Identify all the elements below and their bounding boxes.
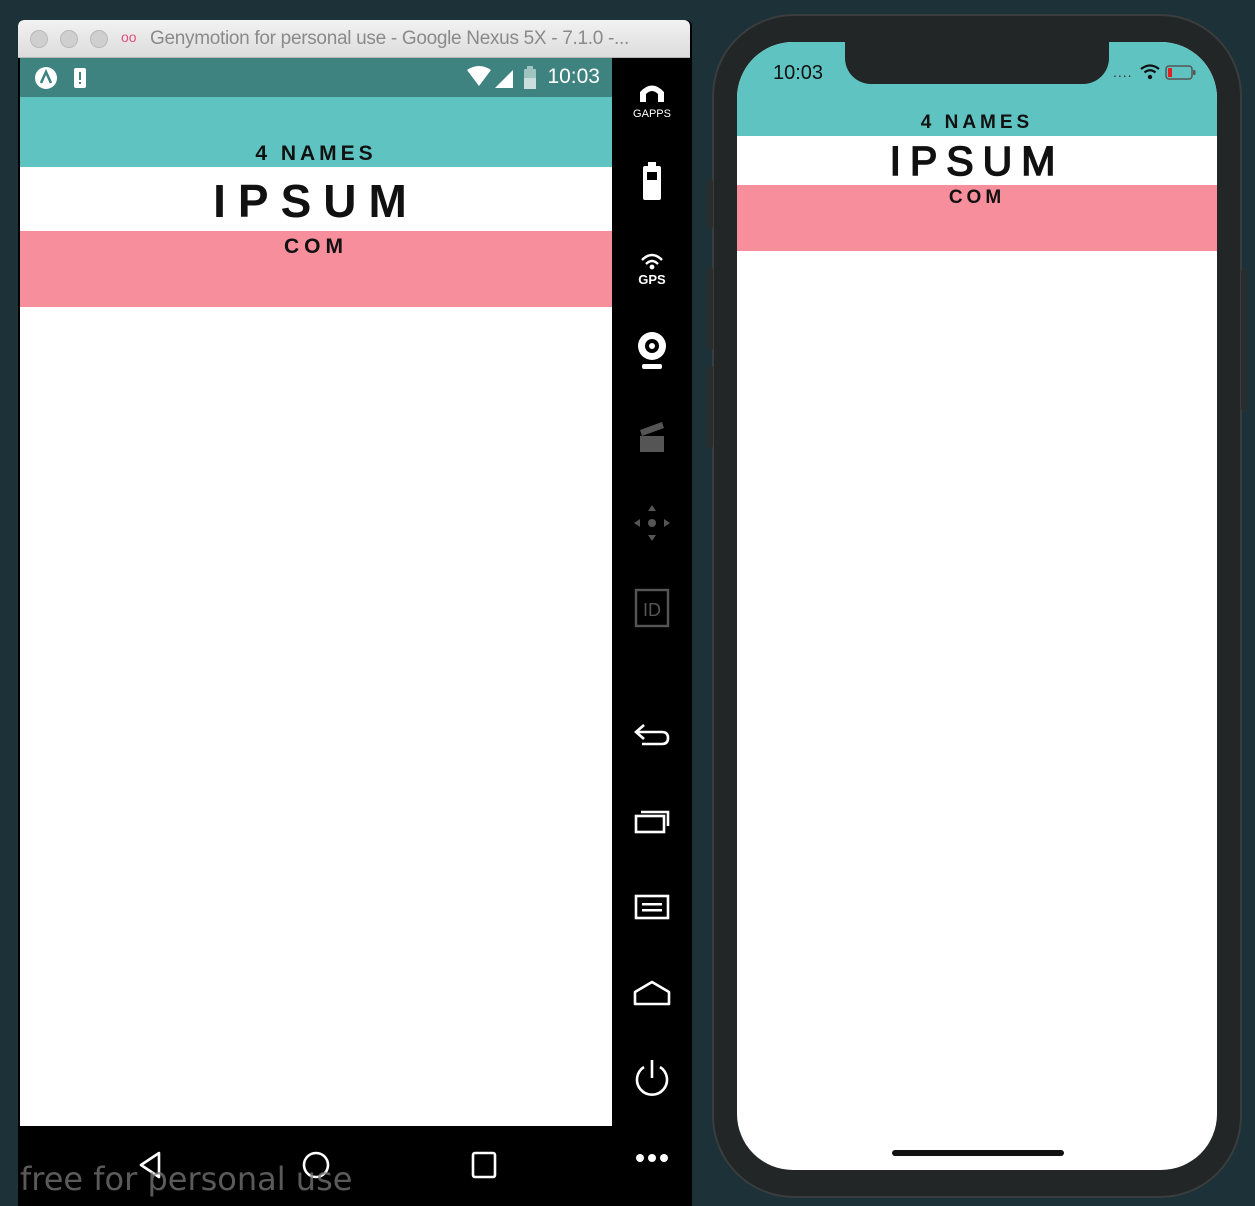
- home-tool[interactable]: [612, 978, 692, 1008]
- power-icon: [635, 1060, 669, 1096]
- webcam-icon: [638, 332, 666, 369]
- app-notification-icon: [35, 67, 57, 89]
- signal-dots: ....: [1113, 64, 1133, 80]
- cell-signal-icon: [495, 70, 513, 88]
- menu-tool[interactable]: [612, 892, 692, 922]
- personal-use-watermark: free for personal use: [20, 1160, 353, 1198]
- genymotion-window: oo Genymotion for personal use - Google …: [18, 20, 692, 1206]
- iphone-status-time: 10:03: [773, 62, 824, 84]
- clapperboard-icon: [640, 422, 664, 452]
- close-window-button[interactable]: [30, 30, 48, 48]
- iphone-title-line1: 4 NAMES: [920, 112, 1034, 133]
- navigation-tool[interactable]: [612, 503, 692, 543]
- zoom-window-button[interactable]: [90, 30, 108, 48]
- recent-apps-icon: [634, 810, 670, 834]
- battery-tool-icon: [643, 162, 661, 200]
- iphone-battery-icon: [1165, 65, 1196, 80]
- window-title: Genymotion for personal use - Google Nex…: [150, 28, 629, 49]
- side-power-button[interactable]: [1241, 270, 1247, 410]
- device-id-tool[interactable]: ID: [612, 588, 692, 628]
- iphone-title-line3: COM: [948, 187, 1006, 208]
- gapps-tool[interactable]: GAPPS: [612, 78, 692, 120]
- minimize-window-button[interactable]: [60, 30, 78, 48]
- iphone-wifi-icon: [1140, 64, 1160, 80]
- screencast-tool[interactable]: [612, 418, 692, 454]
- gapps-icon: GAPPS: [633, 85, 671, 120]
- more-tool[interactable]: [612, 1150, 692, 1166]
- svg-text:ID: ID: [643, 600, 661, 620]
- recents-nav-icon[interactable]: [470, 1150, 498, 1180]
- volume-up-button[interactable]: [707, 268, 713, 350]
- home-indicator[interactable]: [892, 1150, 1064, 1156]
- webcam-tool[interactable]: [612, 330, 692, 372]
- window-titlebar: oo Genymotion for personal use - Google …: [18, 20, 690, 58]
- warning-notification-icon: [74, 68, 86, 88]
- app-title-line2: IPSUM: [213, 175, 419, 227]
- gps-icon: GPS: [638, 253, 666, 287]
- more-options-icon: [636, 1154, 668, 1162]
- home-icon: [633, 980, 671, 1006]
- mute-switch[interactable]: [707, 180, 713, 228]
- recent-apps-tool[interactable]: [612, 806, 692, 838]
- android-app-screen: 4 NAMES IPSUM COM: [20, 97, 612, 1126]
- power-tool[interactable]: [612, 1058, 692, 1100]
- menu-icon: [634, 894, 670, 920]
- svg-text:GPS: GPS: [638, 272, 666, 287]
- genymotion-logo-icon: oo: [121, 29, 137, 45]
- iphone-title-line2: IPSUM: [889, 137, 1065, 185]
- gps-tool[interactable]: GPS: [612, 248, 692, 288]
- wifi-icon: [467, 66, 491, 86]
- app-title-line1: 4 NAMES: [255, 142, 377, 165]
- volume-down-button[interactable]: [707, 366, 713, 448]
- dpad-icon: [634, 505, 670, 541]
- app-title-line3: COM: [284, 235, 348, 258]
- svg-text:GAPPS: GAPPS: [633, 108, 671, 120]
- back-arrow-icon: [634, 724, 670, 746]
- iphone-app-screen: 10:03 .... 4 NAMES IPSUM COM: [737, 42, 1217, 1170]
- android-status-time: 10:03: [547, 65, 600, 88]
- id-icon: ID: [634, 588, 670, 628]
- android-status-bar: 10:03: [20, 58, 612, 97]
- battery-icon: [524, 66, 536, 89]
- back-tool[interactable]: [612, 720, 692, 752]
- iphone-notch: [845, 42, 1109, 84]
- genymotion-side-toolbar: GAPPS GPS ID: [612, 58, 692, 1206]
- battery-tool[interactable]: [612, 162, 692, 202]
